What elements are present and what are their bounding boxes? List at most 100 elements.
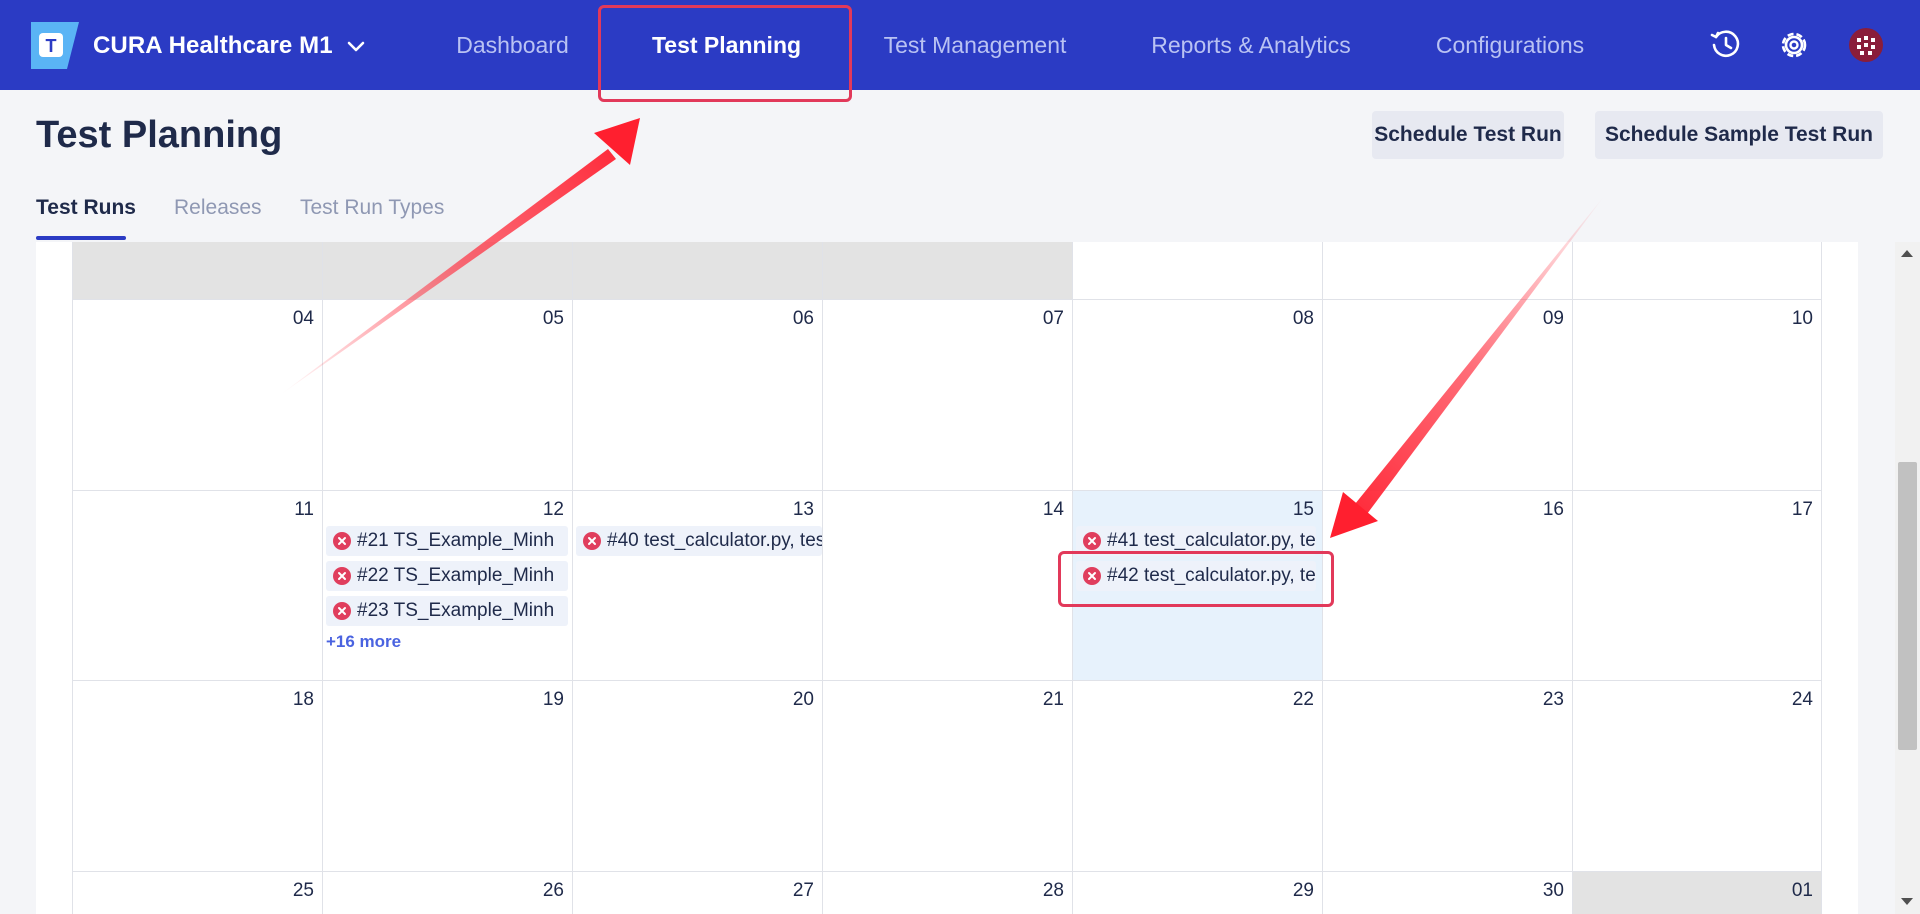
calendar-day-cell[interactable]: 01 [1572,872,1822,914]
calendar-day-cell[interactable]: 28 [822,872,1072,914]
scroll-down-arrow-icon[interactable] [1901,898,1913,905]
calendar-day-cell[interactable]: 25 [72,872,322,914]
calendar-day-cell[interactable]: 26 [322,872,572,914]
vertical-scrollbar[interactable] [1895,242,1920,914]
calendar-day-cell[interactable]: 08 [1072,300,1322,490]
top-navbar: T CURA Healthcare M1 Dashboard Test Plan… [0,0,1920,90]
calendar-day-cell[interactable]: 18 [72,681,322,871]
calendar-day-cell[interactable]: 10 [1572,300,1822,490]
failed-status-icon [333,532,351,550]
workspace-switcher[interactable]: T CURA Healthcare M1 [31,21,367,70]
day-number: 10 [1791,308,1813,329]
more-events-link[interactable]: +16 more [326,632,401,652]
calendar-day-cell[interactable]: 09 [1322,300,1572,490]
calendar-day-cell[interactable]: 23 [1322,681,1572,871]
day-number: 27 [792,880,814,901]
day-number: 20 [792,689,814,710]
app-logo-icon: T [31,22,79,69]
nav-test-management[interactable]: Test Management [870,0,1080,90]
day-number: 11 [294,499,314,520]
day-number: 24 [1791,689,1813,710]
day-number: 25 [292,880,314,901]
calendar-day-cell[interactable]: 20 [572,681,822,871]
tab-test-run-types[interactable]: Test Run Types [300,196,444,240]
calendar-day-cell[interactable]: 04 [72,300,322,490]
calendar-day-cell[interactable]: 13 #40 test_calculator.py, test [572,491,822,680]
calendar-day-cell[interactable]: 05 [322,300,572,490]
page-title: Test Planning [36,114,283,156]
day-number: 21 [1042,689,1064,710]
scrollbar-thumb[interactable] [1898,462,1917,750]
test-run-event[interactable]: #23 TS_Example_Minh [326,596,568,626]
day-number: 19 [542,689,564,710]
nav-dashboard[interactable]: Dashboard [440,0,585,90]
calendar-day-cell-today[interactable]: 15 #41 test_calculator.py, test #42 test… [1072,491,1322,680]
calendar-day-cell[interactable]: 19 [322,681,572,871]
test-run-event[interactable]: #42 test_calculator.py, test [1076,561,1316,591]
tab-test-runs[interactable]: Test Runs [36,196,136,240]
calendar-day-cell[interactable]: 17 [1572,491,1822,680]
test-run-event[interactable]: #22 TS_Example_Minh [326,561,568,591]
chevron-down-icon [347,41,364,51]
failed-status-icon [1083,567,1101,585]
failed-status-icon [333,567,351,585]
workspace-name: CURA Healthcare M1 [93,31,333,59]
day-number: 12 [542,499,564,520]
history-icon[interactable] [1707,26,1745,64]
event-label: #40 test_calculator.py, test [607,530,822,551]
event-label: #42 test_calculator.py, test [1107,565,1316,586]
calendar-week: 04 05 06 07 08 09 10 [72,300,1822,491]
failed-status-icon [1083,532,1101,550]
day-number: 18 [292,689,314,710]
calendar-week: 25 26 27 28 29 30 01 [72,872,1822,914]
calendar-day-cell[interactable]: 27 [572,872,822,914]
calendar-day-cell[interactable] [72,242,322,299]
calendar-day-cell[interactable] [822,242,1072,299]
day-number: 17 [1791,499,1813,520]
calendar-day-cell[interactable]: 29 [1072,872,1322,914]
day-number: 09 [1542,308,1564,329]
calendar-day-cell[interactable] [1072,242,1322,299]
tab-releases[interactable]: Releases [174,196,262,240]
day-number: 30 [1542,880,1564,901]
day-number: 26 [542,880,564,901]
calendar-panel: 04 05 06 07 08 09 10 11 12 #21 TS_Exampl… [36,242,1858,914]
schedule-test-run-button[interactable]: Schedule Test Run [1372,111,1564,159]
calendar-day-cell[interactable]: 07 [822,300,1072,490]
calendar-day-cell[interactable]: 06 [572,300,822,490]
failed-status-icon [583,532,601,550]
calendar-day-cell[interactable] [1572,242,1822,299]
day-number: 29 [1292,880,1314,901]
day-number: 22 [1292,689,1314,710]
day-number: 01 [1791,880,1813,901]
calendar-day-cell[interactable]: 14 [822,491,1072,680]
calendar-day-cell[interactable]: 24 [1572,681,1822,871]
day-number: 28 [1042,880,1064,901]
calendar-day-cell[interactable]: 11 [72,491,322,680]
calendar-day-cell[interactable] [572,242,822,299]
day-number: 23 [1542,689,1564,710]
calendar-day-cell[interactable]: 30 [1322,872,1572,914]
scroll-up-arrow-icon[interactable] [1901,250,1913,257]
calendar-day-cell[interactable] [322,242,572,299]
user-avatar[interactable] [1847,26,1885,64]
schedule-sample-test-run-button[interactable]: Schedule Sample Test Run [1595,111,1883,159]
active-tab-indicator [36,236,126,240]
nav-reports-analytics[interactable]: Reports & Analytics [1140,0,1362,90]
calendar-day-cell[interactable]: 16 [1322,491,1572,680]
settings-gear-icon[interactable] [1775,26,1813,64]
day-number: 08 [1292,308,1314,329]
calendar-week: 18 19 20 21 22 23 24 [72,681,1822,872]
calendar-day-cell[interactable]: 22 [1072,681,1322,871]
test-run-event[interactable]: #21 TS_Example_Minh [326,526,568,556]
calendar-day-cell[interactable] [1322,242,1572,299]
test-run-event[interactable]: #41 test_calculator.py, test [1076,526,1316,556]
nav-configurations[interactable]: Configurations [1420,0,1600,90]
day-number: 15 [1292,499,1314,520]
failed-status-icon [333,602,351,620]
nav-test-planning[interactable]: Test Planning [640,0,813,90]
test-run-event[interactable]: #40 test_calculator.py, test [576,526,822,556]
calendar-day-cell[interactable]: 12 #21 TS_Example_Minh #22 TS_Example_Mi… [322,491,572,680]
day-number: 07 [1042,308,1064,329]
calendar-day-cell[interactable]: 21 [822,681,1072,871]
